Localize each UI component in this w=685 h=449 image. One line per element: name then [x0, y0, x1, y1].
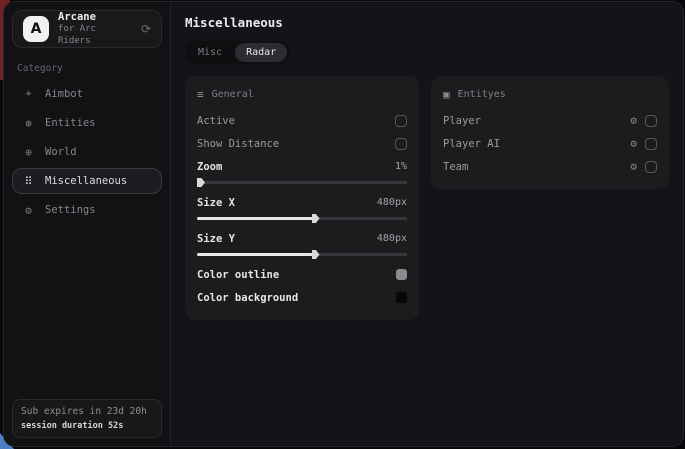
entities-panel: ▣ Entityes Player ⚙ Player AI ⚙ — [431, 76, 669, 189]
main-content: Miscellaneous Misc Radar ≡ General Activ… — [171, 2, 683, 446]
brand-subtitle: for Arc Riders — [58, 24, 132, 47]
player-label: Player — [443, 115, 481, 127]
sidebar-item-settings[interactable]: ⚙ Settings — [12, 197, 162, 223]
panels-row: ≡ General Active Show Distance Zoom 1% — [185, 76, 669, 320]
brand-logo: A — [23, 16, 49, 42]
size-x-value: 480px — [377, 197, 407, 208]
color-outline-swatch[interactable] — [396, 269, 407, 280]
active-row: Active — [197, 109, 407, 132]
general-panel-header: ≡ General — [197, 88, 407, 101]
active-label: Active — [197, 115, 235, 127]
brand-text: Arcane for Arc Riders — [58, 11, 132, 47]
sidebar-item-label: World — [45, 146, 77, 158]
sliders-icon: ≡ — [197, 88, 204, 101]
color-outline-row: Color outline — [197, 263, 407, 286]
size-x-slider[interactable] — [197, 217, 407, 220]
page-title: Miscellaneous — [185, 15, 669, 30]
session-duration-text: session duration 52s — [21, 421, 153, 431]
size-x-label: Size X — [197, 197, 235, 209]
team-label: Team — [443, 161, 468, 173]
team-row: Team ⚙ — [443, 155, 657, 178]
tab-misc[interactable]: Misc — [187, 43, 233, 62]
screen: A Arcane for Arc Riders ⟳ Category ⌖ Aim… — [0, 0, 685, 449]
show-distance-label: Show Distance — [197, 138, 279, 150]
zoom-slider-thumb[interactable] — [197, 178, 205, 187]
zoom-label: Zoom — [197, 161, 222, 173]
team-settings-icon[interactable]: ⚙ — [630, 160, 637, 173]
tab-radar[interactable]: Radar — [235, 43, 287, 62]
tab-bar: Misc Radar — [185, 41, 289, 64]
entities-icon: ⊛ — [22, 117, 35, 130]
color-background-swatch[interactable] — [396, 292, 407, 303]
category-label: Category — [17, 63, 157, 74]
size-y-row: Size Y 480px — [197, 227, 407, 250]
active-checkbox[interactable] — [395, 115, 407, 127]
sidebar-item-aimbot[interactable]: ⌖ Aimbot — [12, 81, 162, 107]
entities-panel-title: Entityes — [458, 89, 506, 100]
show-distance-row: Show Distance — [197, 132, 407, 155]
zoom-slider[interactable] — [197, 181, 407, 184]
brand-name: Arcane — [58, 11, 132, 24]
general-panel-title: General — [212, 89, 254, 100]
player-ai-settings-icon[interactable]: ⚙ — [630, 137, 637, 150]
sidebar-item-label: Aimbot — [45, 88, 83, 100]
grid-icon: ⠿ — [22, 175, 35, 188]
player-checkbox[interactable] — [645, 115, 657, 127]
size-y-label: Size Y — [197, 233, 235, 245]
team-checkbox[interactable] — [645, 161, 657, 173]
size-x-slider-thumb[interactable] — [312, 214, 320, 223]
player-ai-row: Player AI ⚙ — [443, 132, 657, 155]
sub-expiry-text: Sub expires in 23d 20h — [21, 406, 153, 417]
show-distance-checkbox[interactable] — [395, 138, 407, 150]
monitor-icon: ▣ — [443, 88, 450, 101]
player-ai-checkbox[interactable] — [645, 138, 657, 150]
entities-panel-header: ▣ Entityes — [443, 88, 657, 101]
zoom-value: 1% — [395, 161, 407, 172]
size-y-value: 480px — [377, 233, 407, 244]
sidebar-item-label: Settings — [45, 204, 96, 216]
color-background-row: Color background — [197, 286, 407, 309]
zoom-row: Zoom 1% — [197, 155, 407, 178]
reload-icon[interactable]: ⟳ — [141, 22, 151, 36]
crosshair-icon: ⌖ — [22, 87, 35, 101]
sidebar-item-world[interactable]: ⊕ World — [12, 139, 162, 165]
player-settings-icon[interactable]: ⚙ — [630, 114, 637, 127]
sidebar-item-label: Miscellaneous — [45, 175, 127, 187]
sidebar-item-entities[interactable]: ⊛ Entities — [12, 110, 162, 136]
player-ai-label: Player AI — [443, 138, 500, 150]
sidebar-item-label: Entities — [45, 117, 96, 129]
color-background-label: Color background — [197, 292, 298, 304]
globe-icon: ⊕ — [22, 146, 35, 159]
size-x-row: Size X 480px — [197, 191, 407, 214]
player-row: Player ⚙ — [443, 109, 657, 132]
gear-icon: ⚙ — [22, 204, 35, 217]
size-y-slider-thumb[interactable] — [312, 250, 320, 259]
sidebar-item-miscellaneous[interactable]: ⠿ Miscellaneous — [12, 168, 162, 194]
sidebar: A Arcane for Arc Riders ⟳ Category ⌖ Aim… — [4, 2, 171, 446]
brand-card[interactable]: A Arcane for Arc Riders ⟳ — [12, 10, 162, 48]
subscription-info: Sub expires in 23d 20h session duration … — [12, 399, 162, 438]
size-y-slider[interactable] — [197, 253, 407, 256]
general-panel: ≡ General Active Show Distance Zoom 1% — [185, 76, 419, 320]
color-outline-label: Color outline — [197, 269, 279, 281]
app-window: A Arcane for Arc Riders ⟳ Category ⌖ Aim… — [3, 1, 684, 447]
